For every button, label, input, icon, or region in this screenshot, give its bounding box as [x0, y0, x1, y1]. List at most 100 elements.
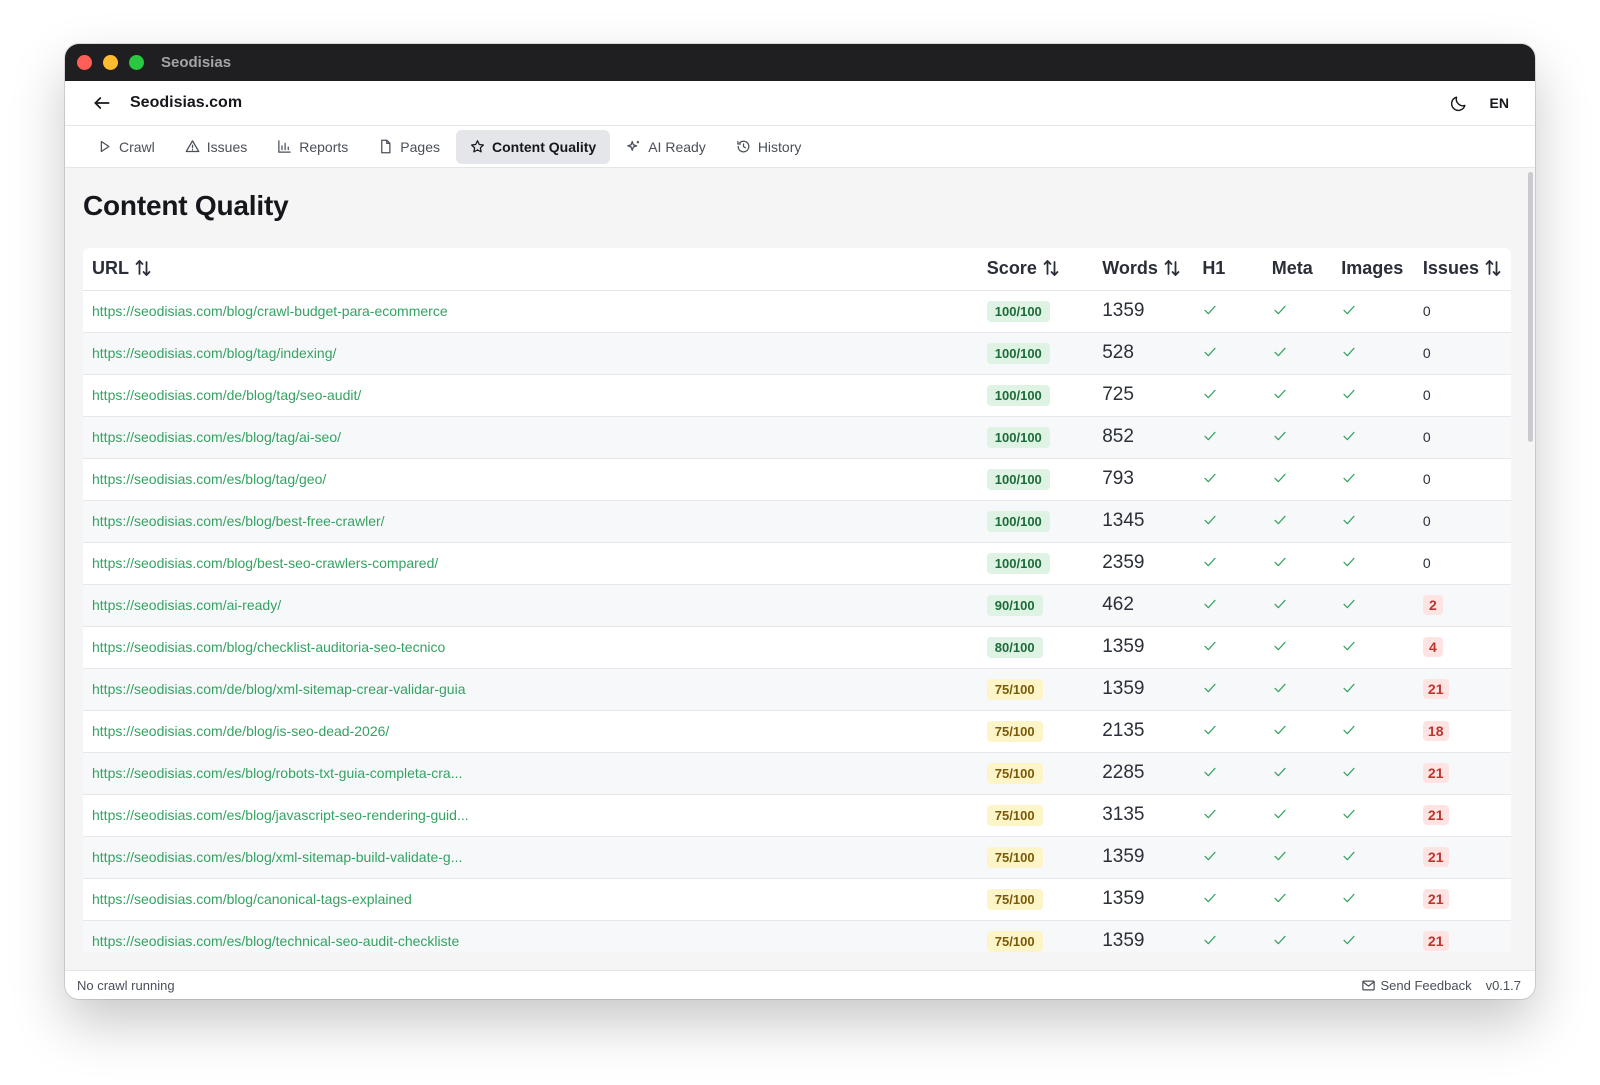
url-link[interactable]: https://seodisias.com/de/blog/xml-sitema…	[92, 681, 465, 697]
check-icon	[1343, 767, 1355, 776]
url-link[interactable]: https://seodisias.com/de/blog/tag/seo-au…	[92, 387, 361, 403]
table-row[interactable]: https://seodisias.com/blog/canonical-tag…	[83, 878, 1511, 921]
issues-cell: 0	[1413, 500, 1511, 543]
score-cell: 75/100	[977, 794, 1094, 837]
column-header-words[interactable]: Words	[1093, 248, 1194, 291]
table-row[interactable]: https://seodisias.com/es/blog/robots-txt…	[83, 752, 1511, 795]
moon-icon	[1450, 95, 1466, 111]
meta-cell	[1262, 290, 1333, 333]
table-row[interactable]: https://seodisias.com/ai-ready/90/100 462…	[83, 584, 1511, 627]
table-row[interactable]: https://seodisias.com/blog/tag/indexing/…	[83, 332, 1511, 375]
url-link[interactable]: https://seodisias.com/blog/checklist-aud…	[92, 639, 445, 655]
tab-issues[interactable]: Issues	[171, 130, 261, 164]
tab-pages[interactable]: Pages	[364, 130, 454, 164]
score-cell: 75/100	[977, 836, 1094, 879]
url-link[interactable]: https://seodisias.com/es/blog/technical-…	[92, 933, 459, 949]
check-icon	[1204, 809, 1216, 818]
table-row[interactable]: https://seodisias.com/blog/crawl-budget-…	[83, 290, 1511, 333]
sort-icon[interactable]	[1485, 259, 1501, 277]
table-row[interactable]: https://seodisias.com/es/blog/technical-…	[83, 920, 1511, 952]
meta-cell	[1262, 332, 1333, 375]
url-link[interactable]: https://seodisias.com/es/blog/robots-txt…	[92, 765, 462, 781]
images-cell	[1332, 374, 1414, 417]
images-cell	[1332, 920, 1414, 952]
issue-count: 0	[1422, 429, 1431, 445]
issues-cell: 18	[1413, 710, 1511, 753]
url-link[interactable]: https://seodisias.com/es/blog/best-free-…	[92, 513, 385, 529]
issues-cell: 0	[1413, 332, 1511, 375]
check-icon	[1343, 557, 1355, 566]
word-count: 2285	[1102, 762, 1145, 783]
check-icon	[1343, 431, 1355, 440]
check-icon	[1204, 515, 1216, 524]
url-link[interactable]: https://seodisias.com/ai-ready/	[92, 597, 281, 613]
check-icon	[1274, 389, 1286, 398]
site-title: Seodisias.com	[130, 94, 243, 111]
issue-count-badge: 21	[1422, 679, 1449, 699]
images-cell	[1332, 752, 1414, 795]
check-icon	[1204, 851, 1216, 860]
url-link[interactable]: https://seodisias.com/blog/tag/indexing/	[92, 345, 336, 361]
content-quality-table: URL Score Words H1 Meta Images Issues ht…	[83, 248, 1511, 952]
table-row[interactable]: https://seodisias.com/es/blog/tag/geo/10…	[83, 458, 1511, 501]
scrollbar-thumb[interactable]	[1528, 172, 1533, 442]
maximize-window-button[interactable]	[129, 55, 144, 70]
table-row[interactable]: https://seodisias.com/de/blog/tag/seo-au…	[83, 374, 1511, 417]
url-link[interactable]: https://seodisias.com/blog/canonical-tag…	[92, 891, 412, 907]
h1-cell	[1193, 710, 1263, 753]
url-link[interactable]: https://seodisias.com/es/blog/xml-sitema…	[92, 849, 462, 865]
issues-cell: 4	[1413, 626, 1511, 669]
url-link[interactable]: https://seodisias.com/es/blog/tag/geo/	[92, 471, 326, 487]
table-row[interactable]: https://seodisias.com/blog/best-seo-craw…	[83, 542, 1511, 585]
table-row[interactable]: https://seodisias.com/blog/checklist-aud…	[83, 626, 1511, 669]
url-cell: https://seodisias.com/de/blog/xml-sitema…	[83, 668, 978, 711]
tab-history[interactable]: History	[722, 130, 816, 164]
minimize-window-button[interactable]	[103, 55, 118, 70]
language-button[interactable]: EN	[1490, 95, 1519, 111]
score-badge: 75/100	[986, 846, 1043, 868]
column-header-score[interactable]: Score	[977, 248, 1094, 291]
issues-cell: 21	[1413, 668, 1511, 711]
score-badge: 100/100	[986, 510, 1050, 532]
issue-count: 0	[1422, 387, 1431, 403]
column-header-url[interactable]: URL	[83, 248, 978, 291]
table-row[interactable]: https://seodisias.com/es/blog/javascript…	[83, 794, 1511, 837]
h1-cell	[1193, 752, 1263, 795]
meta-cell	[1262, 794, 1333, 837]
send-feedback-button[interactable]: Send Feedback	[1361, 978, 1472, 993]
word-count: 725	[1102, 384, 1134, 405]
tab-ai-ready[interactable]: AI Ready	[612, 130, 720, 164]
url-link[interactable]: https://seodisias.com/es/blog/tag/ai-seo…	[92, 429, 341, 445]
h1-cell	[1193, 374, 1263, 417]
table-row[interactable]: https://seodisias.com/es/blog/xml-sitema…	[83, 836, 1511, 879]
table-row[interactable]: https://seodisias.com/de/blog/xml-sitema…	[83, 668, 1511, 711]
url-link[interactable]: https://seodisias.com/de/blog/is-seo-dea…	[92, 723, 389, 739]
url-cell: https://seodisias.com/es/blog/javascript…	[83, 794, 978, 837]
sort-icon[interactable]	[1164, 259, 1180, 277]
warning-icon	[185, 140, 200, 153]
check-icon	[1204, 683, 1216, 692]
sort-icon[interactable]	[135, 259, 151, 277]
theme-toggle-button[interactable]	[1448, 92, 1470, 114]
close-window-button[interactable]	[77, 55, 92, 70]
check-icon	[1274, 809, 1286, 818]
h1-cell	[1193, 584, 1263, 627]
word-count: 528	[1102, 342, 1134, 363]
title-bar: Seodisias	[65, 44, 1535, 81]
tab-reports[interactable]: Reports	[263, 130, 362, 164]
check-icon	[1204, 305, 1216, 314]
column-header-issues[interactable]: Issues	[1413, 248, 1511, 291]
tab-content-quality[interactable]: Content Quality	[455, 129, 611, 164]
images-cell	[1332, 626, 1414, 669]
table-row[interactable]: https://seodisias.com/es/blog/tag/ai-seo…	[83, 416, 1511, 459]
url-link[interactable]: https://seodisias.com/es/blog/javascript…	[92, 807, 469, 823]
table-row[interactable]: https://seodisias.com/de/blog/is-seo-dea…	[83, 710, 1511, 753]
tab-crawl[interactable]: Crawl	[83, 130, 169, 164]
score-badge: 100/100	[986, 426, 1050, 448]
url-link[interactable]: https://seodisias.com/blog/best-seo-craw…	[92, 555, 438, 571]
url-link[interactable]: https://seodisias.com/blog/crawl-budget-…	[92, 303, 448, 319]
back-button[interactable]	[91, 92, 113, 114]
check-icon	[1343, 809, 1355, 818]
sort-icon[interactable]	[1043, 259, 1059, 277]
table-row[interactable]: https://seodisias.com/es/blog/best-free-…	[83, 500, 1511, 543]
